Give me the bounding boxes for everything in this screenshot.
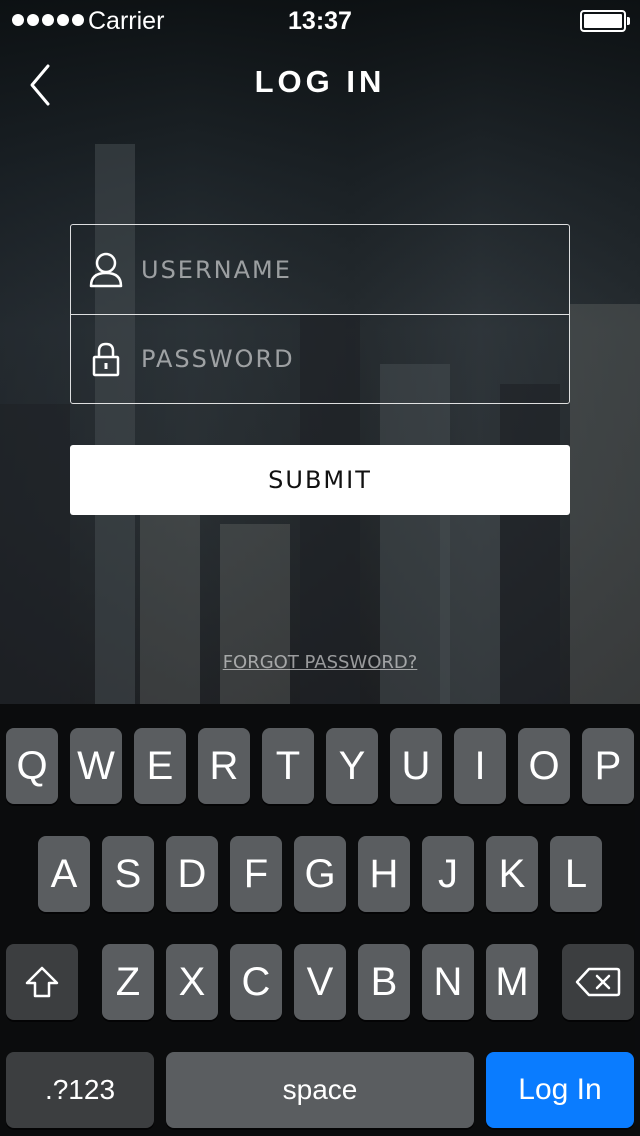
submit-button[interactable]: SUBMIT (70, 445, 570, 515)
login-return-key[interactable]: Log In (486, 1052, 634, 1128)
key-q[interactable]: Q (6, 728, 58, 804)
key-s[interactable]: S (102, 836, 154, 912)
username-field[interactable] (71, 225, 569, 314)
battery-icon (580, 10, 630, 32)
key-n[interactable]: N (422, 944, 474, 1020)
key-p[interactable]: P (582, 728, 634, 804)
delete-key[interactable] (562, 944, 634, 1020)
key-w[interactable]: W (70, 728, 122, 804)
page-title: LOG IN (254, 64, 386, 99)
user-icon (71, 225, 141, 314)
forgot-password-label[interactable]: FORGOT PASSWORD? (223, 652, 418, 673)
building (440, 504, 500, 704)
key-g[interactable]: G (294, 836, 346, 912)
key-f[interactable]: F (230, 836, 282, 912)
key-k[interactable]: K (486, 836, 538, 912)
key-c[interactable]: C (230, 944, 282, 1020)
key-o[interactable]: O (518, 728, 570, 804)
shift-key[interactable] (6, 944, 78, 1020)
key-i[interactable]: I (454, 728, 506, 804)
key-d[interactable]: D (166, 836, 218, 912)
building (220, 524, 290, 704)
key-v[interactable]: V (294, 944, 346, 1020)
key-t[interactable]: T (262, 728, 314, 804)
space-key[interactable]: space (166, 1052, 474, 1128)
key-a[interactable]: A (38, 836, 90, 912)
password-field[interactable] (71, 314, 569, 403)
key-e[interactable]: E (134, 728, 186, 804)
key-m[interactable]: M (486, 944, 538, 1020)
key-j[interactable]: J (422, 836, 474, 912)
key-r[interactable]: R (198, 728, 250, 804)
key-h[interactable]: H (358, 836, 410, 912)
key-u[interactable]: U (390, 728, 442, 804)
key-x[interactable]: X (166, 944, 218, 1020)
building (570, 304, 640, 704)
username-input[interactable] (141, 239, 541, 300)
keyboard: Q W E R T Y U I O P A S D F G H J K L Z … (0, 704, 640, 1136)
key-z[interactable]: Z (102, 944, 154, 1020)
key-l[interactable]: L (550, 836, 602, 912)
password-input[interactable] (141, 329, 541, 389)
shift-icon (25, 966, 59, 998)
key-b[interactable]: B (358, 944, 410, 1020)
clock: 13:37 (288, 7, 352, 35)
lock-icon (71, 315, 141, 404)
key-y[interactable]: Y (326, 728, 378, 804)
status-bar: Carrier 13:37 (0, 0, 640, 40)
login-form (70, 224, 570, 404)
numbers-key[interactable]: .?123 (6, 1052, 154, 1128)
delete-icon (575, 967, 621, 997)
forgot-password-link[interactable]: FORGOT PASSWORD? (0, 652, 640, 673)
